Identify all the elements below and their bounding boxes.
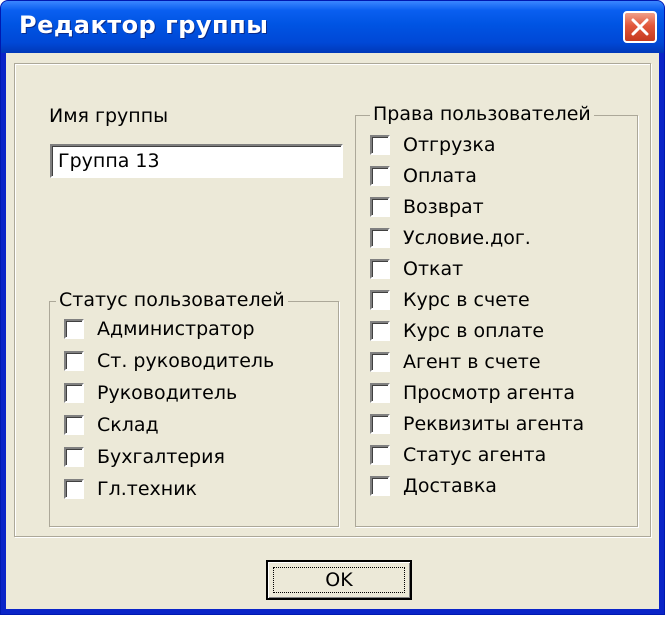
checkbox-row[interactable]: Курс в счете: [370, 285, 530, 315]
user-status-title: Статус пользователей: [56, 289, 288, 311]
checkbox-label: Доставка: [403, 475, 497, 497]
checkbox[interactable]: [64, 383, 84, 403]
checkbox-row[interactable]: Откат: [370, 254, 463, 284]
group-name-label: Имя группы: [49, 105, 169, 127]
checkbox-label: Агент в счете: [403, 351, 541, 373]
group-name-input[interactable]: [50, 144, 343, 178]
checkbox-row[interactable]: Бухгалтерия: [64, 442, 225, 472]
checkbox-label: Склад: [97, 414, 159, 436]
ok-button-label: OK: [325, 569, 353, 591]
checkbox[interactable]: [370, 197, 390, 217]
user-rights-group: Права пользователей Отгрузка Оплата Возвра…: [355, 103, 638, 527]
window-title: Редактор группы: [19, 11, 269, 39]
checkbox[interactable]: [370, 290, 390, 310]
checkbox-label: Руководитель: [97, 382, 238, 404]
checkbox[interactable]: [64, 415, 84, 435]
checkbox-row[interactable]: Курс в оплате: [370, 316, 544, 346]
checkbox-row[interactable]: Гл.техник: [64, 474, 197, 504]
checkbox-row[interactable]: Ст. руководитель: [64, 346, 274, 376]
checkbox[interactable]: [64, 319, 84, 339]
checkbox-row[interactable]: Реквизиты агента: [370, 409, 584, 439]
checkbox[interactable]: [370, 476, 390, 496]
checkbox-label: Бухгалтерия: [97, 446, 225, 468]
checkbox-row[interactable]: Администратор: [64, 314, 255, 344]
checkbox-label: Ст. руководитель: [97, 350, 275, 372]
checkbox-label: Условие.дог.: [403, 227, 531, 249]
checkbox-label: Курс в счете: [403, 289, 530, 311]
close-icon: [631, 18, 649, 36]
checkbox[interactable]: [64, 351, 84, 371]
checkbox-label: Оплата: [403, 165, 477, 187]
ok-button[interactable]: OK: [266, 560, 412, 600]
checkbox[interactable]: [370, 383, 390, 403]
dialog-window: Редактор группы Имя группы Статус пользо…: [0, 0, 665, 615]
checkbox-label: Отгрузка: [403, 134, 496, 156]
user-status-group: Статус пользователей Администратор Ст. ру…: [49, 289, 339, 527]
checkbox-row[interactable]: Отгрузка: [370, 130, 496, 160]
checkbox[interactable]: [370, 228, 390, 248]
checkbox-row[interactable]: Статус агента: [370, 440, 546, 470]
checkbox-label: Статус агента: [403, 444, 547, 466]
dialog-client-area: Имя группы Статус пользователей Админист…: [6, 53, 659, 609]
checkbox[interactable]: [370, 414, 390, 434]
checkbox-row[interactable]: Просмотр агента: [370, 378, 575, 408]
checkbox[interactable]: [370, 445, 390, 465]
checkbox-row[interactable]: Руководитель: [64, 378, 237, 408]
checkbox[interactable]: [370, 135, 390, 155]
checkbox[interactable]: [370, 321, 390, 341]
checkbox-row[interactable]: Склад: [64, 410, 159, 440]
checkbox[interactable]: [64, 479, 84, 499]
checkbox-row[interactable]: Доставка: [370, 471, 497, 501]
checkbox[interactable]: [370, 166, 390, 186]
title-bar[interactable]: Редактор группы: [1, 1, 664, 53]
checkbox-label: Курс в оплате: [403, 320, 545, 342]
checkbox-label: Возврат: [403, 196, 484, 218]
checkbox[interactable]: [370, 259, 390, 279]
checkbox[interactable]: [370, 352, 390, 372]
main-panel: Имя группы Статус пользователей Админист…: [14, 63, 651, 537]
close-button[interactable]: [623, 11, 657, 43]
checkbox-label: Гл.техник: [97, 478, 198, 500]
checkbox-label: Откат: [403, 258, 464, 280]
checkbox-row[interactable]: Условие.дог.: [370, 223, 531, 253]
user-rights-title: Права пользователей: [370, 103, 594, 125]
checkbox-label: Реквизиты агента: [403, 413, 585, 435]
checkbox-row[interactable]: Агент в счете: [370, 347, 541, 377]
checkbox[interactable]: [64, 447, 84, 467]
checkbox-row[interactable]: Возврат: [370, 192, 484, 222]
checkbox-label: Просмотр агента: [403, 382, 575, 404]
checkbox-label: Администратор: [97, 318, 255, 340]
checkbox-row[interactable]: Оплата: [370, 161, 477, 191]
